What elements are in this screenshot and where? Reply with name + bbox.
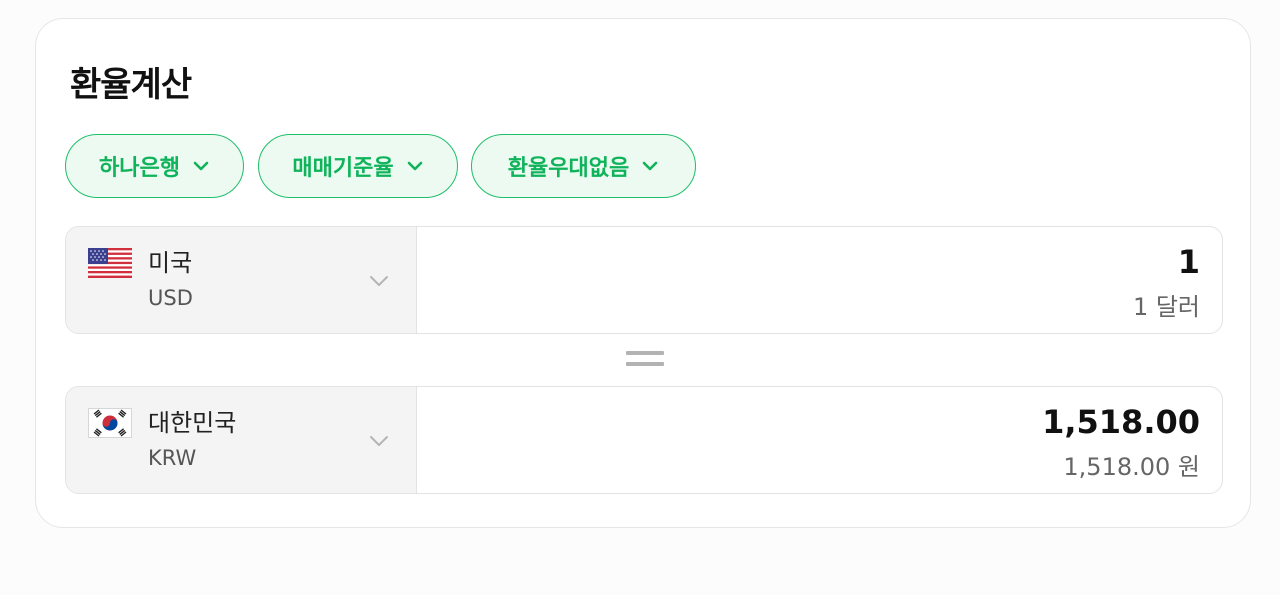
- from-amount-text: 1 달러: [1132, 293, 1200, 321]
- us-flag-icon: [88, 248, 132, 278]
- to-amount-input[interactable]: 1,518.00 1,518.00 원: [417, 387, 1222, 493]
- page-title: 환율계산: [70, 65, 192, 105]
- from-currency-code: USD: [148, 286, 193, 310]
- to-amount-text: 1,518.00 원: [1063, 453, 1200, 481]
- rate-type-chip[interactable]: 매매기준율: [258, 134, 458, 198]
- from-currency-selector[interactable]: 미국 USD: [66, 227, 417, 333]
- rate-discount-chip[interactable]: 환율우대없음: [471, 134, 696, 198]
- exchange-calculator-card: 환율계산 하나은행 매매기준율 환율우대없음 미국 USD 1 1 달러 대한민…: [35, 18, 1251, 528]
- from-currency-row: 미국 USD 1 1 달러: [65, 226, 1223, 334]
- to-currency-selector[interactable]: 대한민국 KRW: [66, 387, 417, 493]
- to-amount-value: 1,518.00: [1042, 403, 1200, 441]
- chip-label: 환율우대없음: [507, 156, 630, 181]
- chevron-down-icon: [370, 276, 388, 286]
- chevron-down-icon: [642, 161, 658, 171]
- to-currency-code: KRW: [148, 446, 197, 470]
- to-currency-row: 대한민국 KRW 1,518.00 1,518.00 원: [65, 386, 1223, 494]
- equals-icon: [626, 351, 664, 366]
- chevron-down-icon: [407, 161, 422, 171]
- chevron-down-icon: [370, 436, 388, 446]
- from-amount-input[interactable]: 1 1 달러: [417, 227, 1222, 333]
- chevron-down-icon: [193, 161, 209, 171]
- chip-label: 매매기준율: [292, 156, 394, 181]
- to-country-name: 대한민국: [148, 409, 237, 437]
- bank-selector-chip[interactable]: 하나은행: [65, 134, 244, 198]
- from-amount-value: 1: [1177, 243, 1200, 281]
- from-country-name: 미국: [148, 249, 193, 277]
- kr-flag-icon: [88, 408, 132, 438]
- chip-label: 하나은행: [99, 156, 180, 181]
